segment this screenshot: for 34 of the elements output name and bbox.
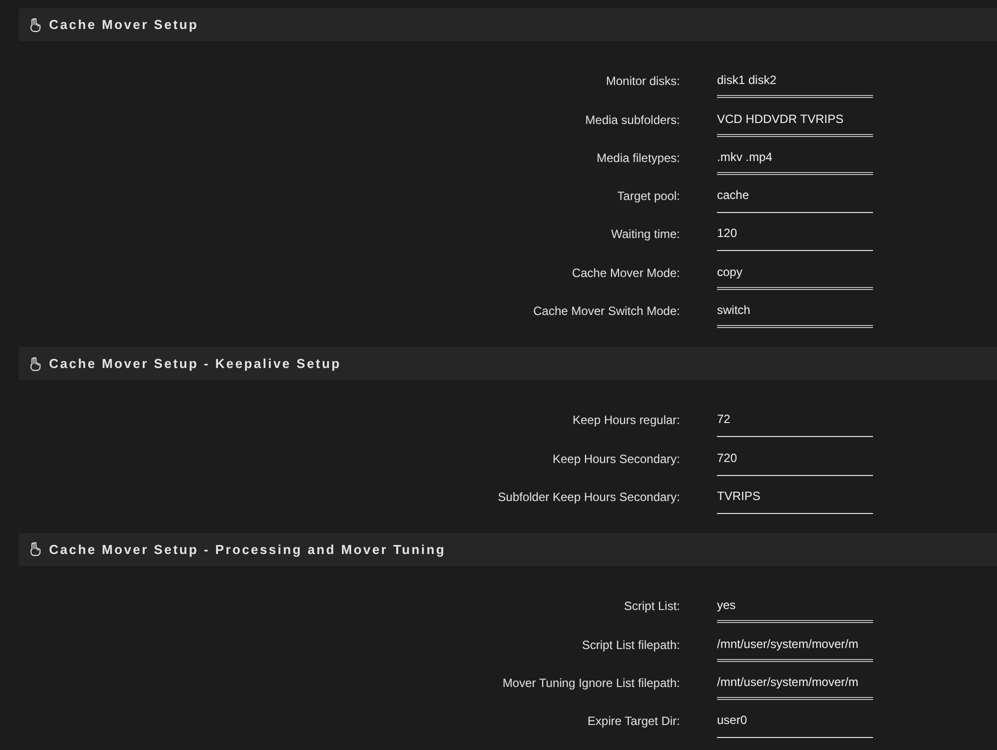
dropdown-field[interactable]: .mkv .mp4 <box>717 148 873 175</box>
field-label: Script List filepath: <box>582 636 680 654</box>
field-label: Monitor disks: <box>606 73 680 90</box>
field-label: Expire Target Dir: <box>588 713 680 730</box>
input-field[interactable]: TVRIPS <box>717 488 873 514</box>
hand-icon <box>29 356 41 371</box>
dropdown-field[interactable]: VCD HDDVDR TVRIPS <box>717 110 873 137</box>
field-label: Subfolder Keep Hours Secondary: <box>498 488 680 506</box>
field-label: Mover Tuning Ignore List filepath: <box>502 674 680 692</box>
field-label: Cache Mover Mode: <box>572 264 680 282</box>
dropdown-field[interactable]: copy <box>717 264 873 290</box>
dropdown-field[interactable]: disk1 disk2 <box>717 72 873 98</box>
section-title: Cache Mover Setup <box>49 17 199 32</box>
section-title: Cache Mover Setup - Keepalive Setup <box>49 356 342 372</box>
section-title: Cache Mover Setup - Processing and Mover Tuning <box>49 542 446 557</box>
hand-icon <box>29 542 41 556</box>
field-label: Keep Hours regular: <box>572 412 680 430</box>
input-field[interactable]: 720 <box>717 450 873 476</box>
dropdown-field[interactable]: yes <box>717 597 873 624</box>
dropdown-field[interactable]: /mnt/user/system/mover/m <box>717 674 873 700</box>
field-label: Keep Hours Secondary: <box>552 450 680 468</box>
input-field[interactable]: 120 <box>717 225 873 252</box>
field-label: Script List: <box>624 598 680 616</box>
field-label: Waiting time: <box>611 226 680 244</box>
field-label: Media subfolders: <box>585 112 680 129</box>
field-label: Cache Mover Switch Mode: <box>533 303 680 320</box>
hand-icon <box>29 18 41 32</box>
input-field[interactable]: 72 <box>717 411 873 438</box>
input-field[interactable]: user0 <box>717 712 873 738</box>
field-label: Media filetypes: <box>596 150 680 167</box>
input-field[interactable]: cache <box>717 187 873 214</box>
dropdown-field[interactable]: switch <box>717 302 873 328</box>
dropdown-field[interactable]: /mnt/user/system/mover/m <box>717 636 873 662</box>
field-label: Target pool: <box>617 188 680 206</box>
